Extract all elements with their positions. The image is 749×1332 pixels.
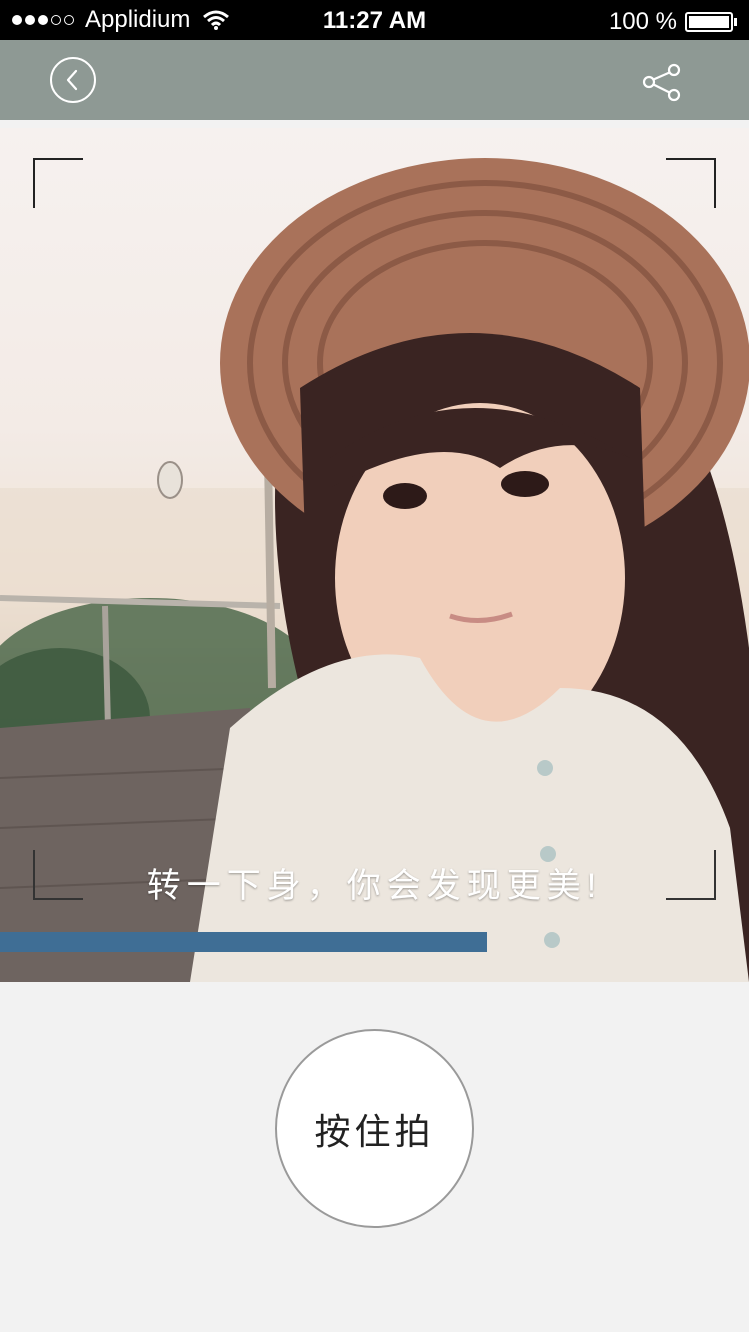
hold-to-shoot-button[interactable]: 按住拍 <box>275 1029 474 1228</box>
back-icon <box>66 69 78 91</box>
navigation-bar <box>0 40 749 120</box>
camera-preview[interactable]: 转一下身，你会发现更美! <box>0 128 749 982</box>
status-bar: Applidium 11:27 AM 100 % <box>0 0 749 40</box>
share-icon <box>642 63 681 102</box>
frame-corner-top-right <box>666 158 716 208</box>
frame-corner-top-left <box>33 158 83 208</box>
back-button[interactable] <box>50 57 96 103</box>
share-button[interactable] <box>640 62 684 102</box>
preview-photo <box>0 158 749 982</box>
battery-icon <box>685 12 733 32</box>
recording-progress-fill <box>0 932 487 952</box>
rotation-prompt: 转一下身，你会发现更美! <box>146 867 603 905</box>
battery-percentage: 100 % <box>608 8 677 35</box>
shutter-label: 按住拍 <box>314 1110 435 1152</box>
battery-status: 100 % <box>609 8 737 36</box>
recording-progress-bar <box>0 932 749 952</box>
